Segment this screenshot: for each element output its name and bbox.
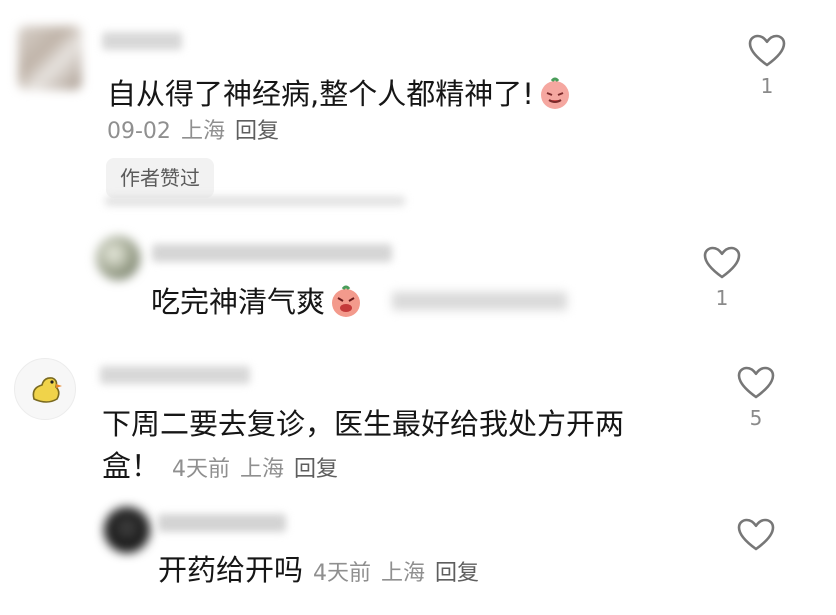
comment-text-content: 盒！ [102, 449, 161, 483]
avatar[interactable] [96, 236, 140, 280]
comment-text-content: 自从得了神经病,整个人都精神了! [107, 77, 534, 111]
comment-text: 自从得了神经病,整个人都精神了! [107, 76, 572, 118]
reply-button[interactable]: 回复 [435, 561, 479, 586]
like-count: 5 [749, 406, 763, 430]
avatar[interactable] [104, 507, 150, 553]
reply-button[interactable]: 回复 [235, 119, 279, 144]
reply-button[interactable]: 回复 [294, 457, 338, 482]
like-button[interactable]: 1 [692, 246, 752, 310]
comment-date: 4天前 [172, 457, 231, 482]
username[interactable] [152, 244, 392, 262]
comment-text: 下周二要去复诊，医生最好给我处方开两 [102, 407, 625, 441]
reply-text: 开药给开吗 4天前 上海 回复 [158, 552, 479, 588]
like-button[interactable]: 5 [726, 366, 786, 430]
comment-location: 上海 [240, 457, 285, 482]
comment-text-line2: 盒！ 4天前 上海 回复 [102, 448, 338, 484]
like-button[interactable] [726, 518, 786, 552]
reply-meta: 4天前 上海 回复 [313, 561, 479, 586]
comment-date: 09-02 [107, 119, 171, 144]
author-liked-badge: 作者赞过 [106, 158, 214, 198]
sticker-emoji-icon [538, 76, 572, 118]
comment-location: 上海 [180, 119, 225, 144]
heart-outline-icon [703, 246, 741, 279]
collapsed-reply-hint [105, 196, 405, 206]
username[interactable] [100, 366, 250, 384]
heart-outline-icon [748, 34, 786, 67]
reply-text-content: 开药给开吗 [158, 553, 304, 587]
blurred-content [392, 292, 568, 310]
comment-meta: 4天前 上海 回复 [172, 457, 338, 482]
like-button[interactable]: 1 [737, 34, 797, 98]
reply-date: 4天前 [313, 561, 372, 586]
like-count: 1 [715, 286, 729, 310]
reply-text-content: 吃完神清气爽 [151, 285, 326, 319]
heart-outline-icon [737, 366, 775, 399]
avatar[interactable] [14, 358, 76, 420]
reply-location: 上海 [381, 561, 426, 586]
comment-section: 自从得了神经病,整个人都精神了! 09-02 上海 回复 作者赞过 1 吃完神清气爽 [0, 0, 836, 615]
duck-avatar-icon [32, 377, 62, 403]
sticker-emoji-icon [329, 284, 363, 326]
avatar[interactable] [18, 26, 82, 90]
reply-text: 吃完神清气爽 [151, 284, 568, 326]
comment-meta: 09-02 上海 回复 [107, 118, 279, 146]
like-count: 1 [760, 74, 774, 98]
heart-outline-icon [737, 518, 775, 551]
username[interactable] [102, 32, 182, 50]
username[interactable] [158, 514, 286, 532]
